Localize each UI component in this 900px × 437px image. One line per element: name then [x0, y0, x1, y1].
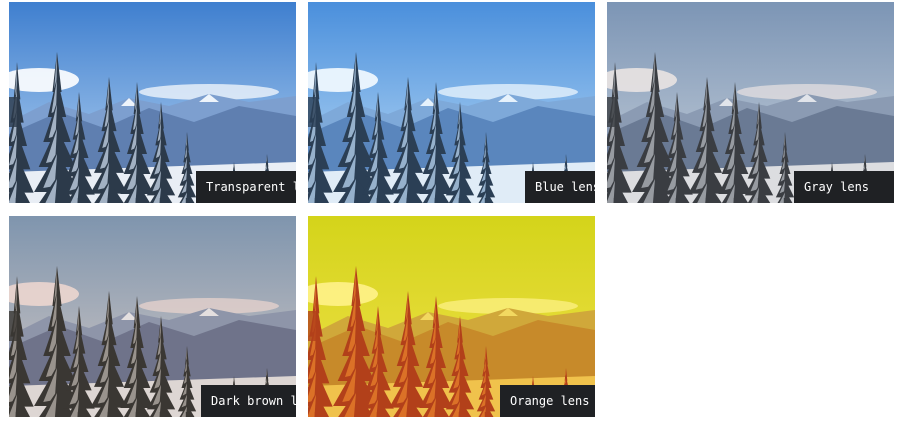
lens-label: Gray lens	[794, 171, 894, 203]
photo-dark-brown-lens: Dark brown lens	[9, 216, 296, 417]
lens-label: Orange lens	[500, 385, 595, 417]
lens-label: Blue lens	[525, 171, 595, 203]
photo-orange-lens: Orange lens	[308, 216, 595, 417]
photo-blue-lens: Blue lens	[308, 2, 595, 203]
photo-gray-lens: Gray lens	[607, 2, 894, 203]
lens-label: Transparent lens	[196, 171, 296, 203]
photo-transparent-lens: Transparent lens	[9, 2, 296, 203]
lens-label: Dark brown lens	[201, 385, 296, 417]
